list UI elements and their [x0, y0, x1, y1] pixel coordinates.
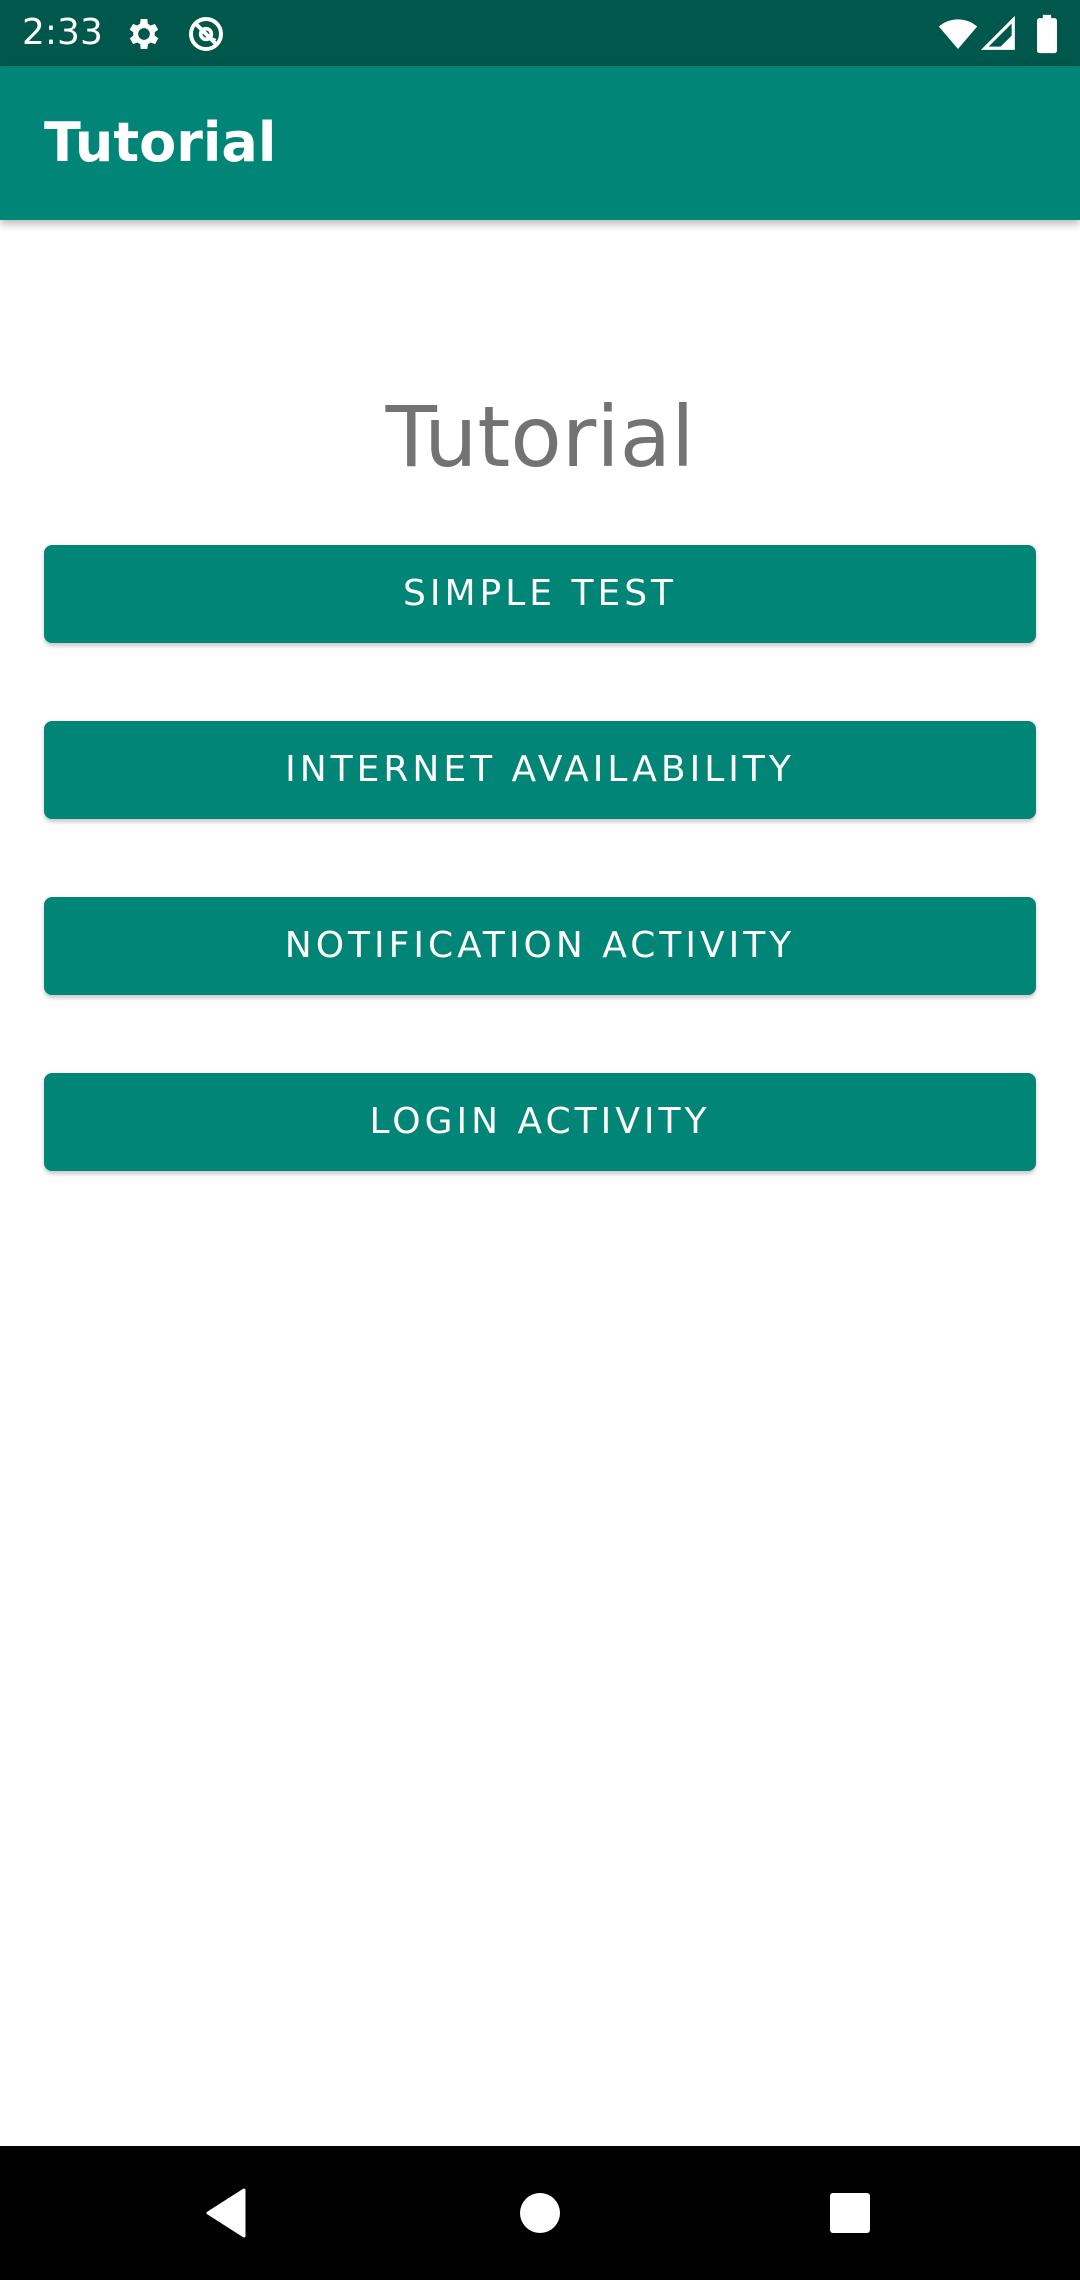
login-activity-button[interactable]: LOGIN ACTIVITY: [44, 1073, 1036, 1171]
back-icon: [204, 2188, 248, 2238]
gear-icon: [124, 14, 164, 54]
at-sign-icon: [186, 14, 226, 54]
notification-activity-button[interactable]: NOTIFICATION ACTIVITY: [44, 897, 1036, 995]
battery-icon: [1034, 14, 1060, 54]
internet-availability-button[interactable]: INTERNET AVAILABILITY: [44, 721, 1036, 819]
home-button[interactable]: [500, 2173, 580, 2253]
page-heading: Tutorial: [385, 388, 695, 486]
app-bar: Tutorial: [0, 66, 1080, 220]
status-bar: 2:33: [0, 0, 1080, 66]
cellular-signal-icon: [980, 14, 1018, 54]
recents-icon: [829, 2192, 871, 2234]
recents-button[interactable]: [810, 2173, 890, 2253]
app-bar-title: Tutorial: [44, 111, 277, 174]
navigation-bar: [0, 2146, 1080, 2280]
status-time: 2:33: [22, 12, 103, 53]
main-content: Tutorial SIMPLE TEST INTERNET AVAILABILI…: [0, 220, 1080, 2146]
app-screen: 2:33 Tutorial Tutorial SIMPLE TEST INTER…: [0, 0, 1080, 2280]
home-icon: [519, 2192, 561, 2234]
wifi-icon: [938, 14, 978, 54]
back-button[interactable]: [186, 2173, 266, 2253]
simple-test-button[interactable]: SIMPLE TEST: [44, 545, 1036, 643]
